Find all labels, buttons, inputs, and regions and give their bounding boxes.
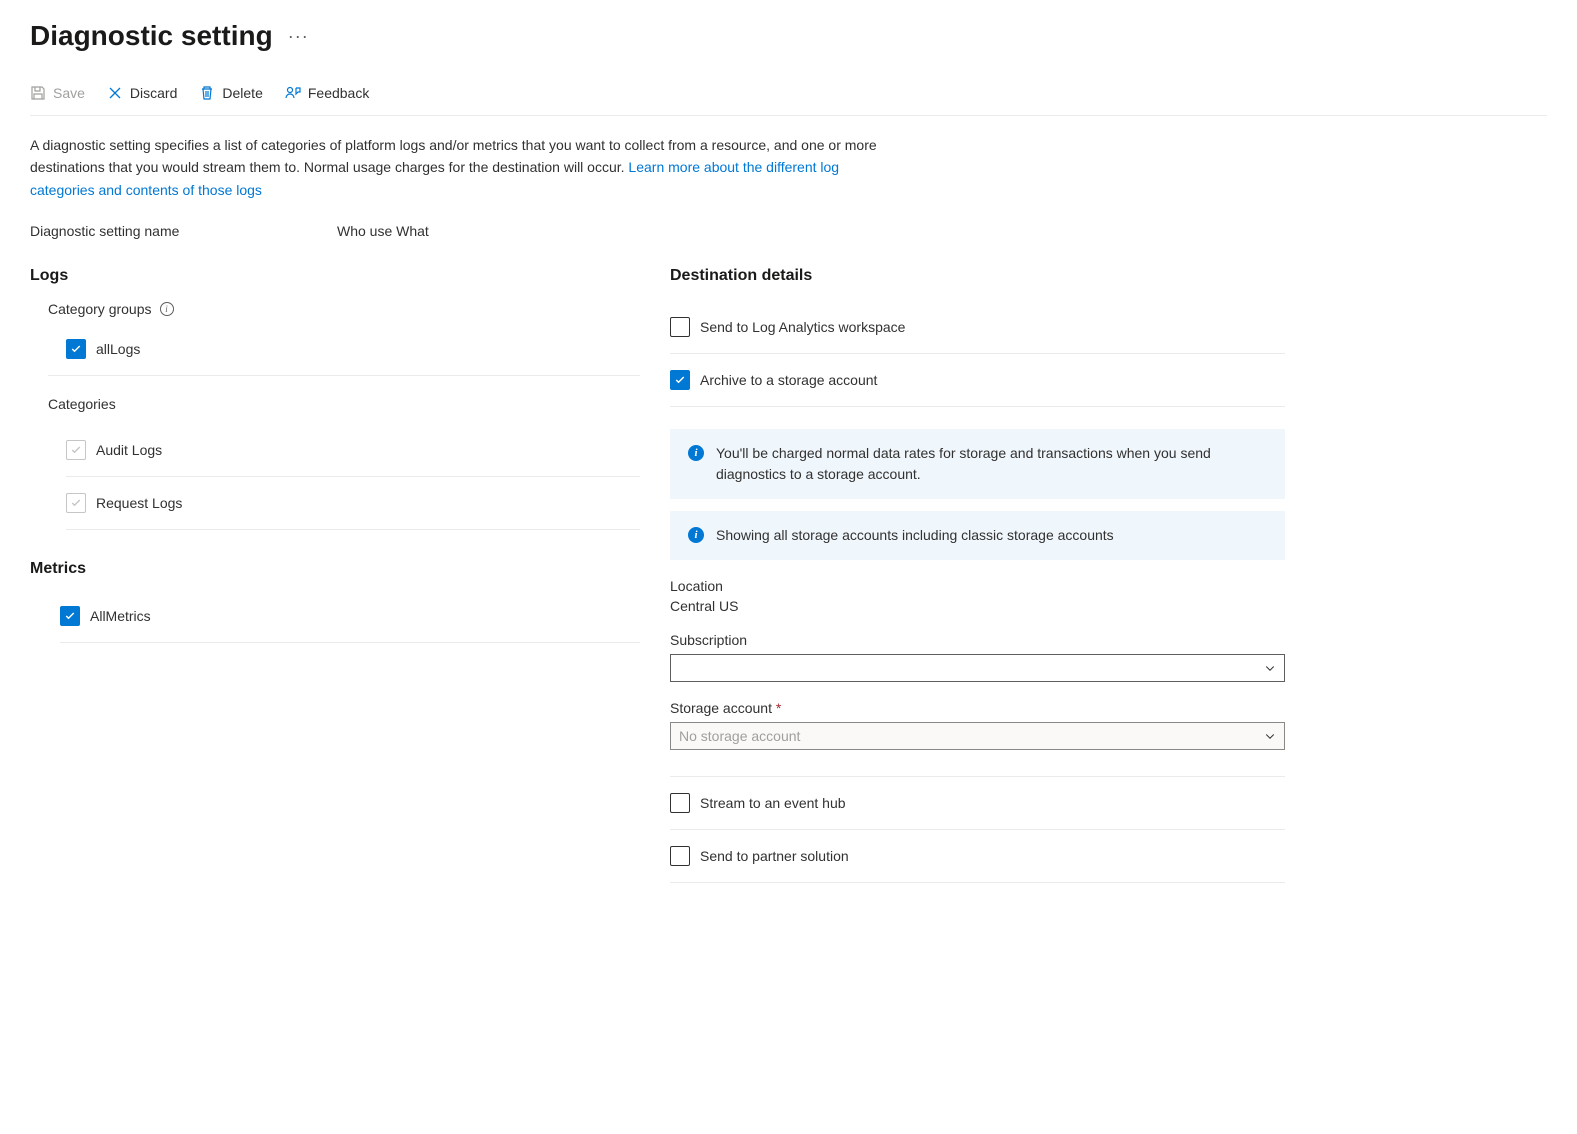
partner-solution-row: Send to partner solution	[670, 830, 1285, 883]
check-icon	[70, 343, 82, 355]
save-label: Save	[53, 85, 85, 101]
delete-button[interactable]: Delete	[199, 85, 262, 101]
alllogs-label: allLogs	[96, 341, 140, 357]
description: A diagnostic setting specifies a list of…	[30, 134, 880, 201]
subscription-select[interactable]	[670, 654, 1285, 682]
category-groups-text: Category groups	[48, 301, 152, 317]
feedback-icon	[285, 85, 301, 101]
category-groups-label: Category groups i	[48, 301, 640, 317]
request-logs-label: Request Logs	[96, 495, 182, 511]
storage-account-placeholder: No storage account	[679, 728, 800, 744]
storage-account-label: Storage account *	[670, 700, 1285, 716]
save-icon	[30, 85, 46, 101]
archive-storage-checkbox[interactable]	[670, 370, 690, 390]
partner-solution-label: Send to partner solution	[700, 848, 849, 864]
more-icon[interactable]: ···	[288, 26, 309, 47]
toolbar: Save Discard Delete Feedback	[30, 77, 1547, 116]
allmetrics-label: AllMetrics	[90, 608, 151, 624]
audit-logs-checkbox	[66, 440, 86, 460]
info-banner-charges: i You'll be charged normal data rates fo…	[670, 429, 1285, 499]
event-hub-checkbox[interactable]	[670, 793, 690, 813]
info-icon: i	[688, 445, 704, 461]
allmetrics-row: AllMetrics	[60, 594, 640, 643]
chevron-down-icon	[1264, 662, 1276, 674]
discard-icon	[107, 85, 123, 101]
metrics-heading: Metrics	[30, 560, 640, 578]
log-analytics-label: Send to Log Analytics workspace	[700, 319, 905, 335]
archive-storage-row: Archive to a storage account	[670, 354, 1285, 407]
check-icon	[64, 610, 76, 622]
info-icon: i	[688, 527, 704, 543]
event-hub-label: Stream to an event hub	[700, 795, 846, 811]
location-label: Location	[670, 578, 1285, 594]
page-title: Diagnostic setting	[30, 20, 273, 52]
check-icon	[70, 497, 82, 509]
delete-icon	[199, 85, 215, 101]
feedback-label: Feedback	[308, 85, 369, 101]
info-banner-storage: i Showing all storage accounts including…	[670, 511, 1285, 560]
audit-logs-label: Audit Logs	[96, 442, 162, 458]
info-icon[interactable]: i	[160, 302, 174, 316]
archive-storage-label: Archive to a storage account	[700, 372, 877, 388]
categories-label: Categories	[48, 396, 640, 412]
request-logs-checkbox	[66, 493, 86, 513]
event-hub-row: Stream to an event hub	[670, 777, 1285, 830]
storage-account-select[interactable]: No storage account	[670, 722, 1285, 750]
destinations-heading: Destination details	[670, 267, 1285, 285]
storage-account-label-text: Storage account	[670, 700, 772, 716]
name-row: Diagnostic setting name Who use What	[30, 223, 1547, 239]
log-analytics-row: Send to Log Analytics workspace	[670, 301, 1285, 354]
setting-name-label: Diagnostic setting name	[30, 223, 337, 239]
feedback-button[interactable]: Feedback	[285, 85, 369, 101]
chevron-down-icon	[1264, 730, 1276, 742]
check-icon	[674, 374, 686, 386]
required-indicator: *	[776, 700, 781, 716]
alllogs-row: allLogs	[66, 329, 640, 369]
setting-name-value: Who use What	[337, 223, 429, 239]
request-logs-row: Request Logs	[66, 477, 640, 530]
check-icon	[70, 444, 82, 456]
info-banner-text-1: You'll be charged normal data rates for …	[716, 443, 1267, 485]
subscription-label: Subscription	[670, 632, 1285, 648]
logs-heading: Logs	[30, 267, 640, 285]
location-value: Central US	[670, 598, 1285, 614]
info-banner-text-2: Showing all storage accounts including c…	[716, 525, 1114, 546]
allmetrics-checkbox[interactable]	[60, 606, 80, 626]
audit-logs-row: Audit Logs	[66, 424, 640, 477]
partner-solution-checkbox[interactable]	[670, 846, 690, 866]
save-button: Save	[30, 85, 85, 101]
log-analytics-checkbox[interactable]	[670, 317, 690, 337]
discard-button[interactable]: Discard	[107, 85, 177, 101]
discard-label: Discard	[130, 85, 177, 101]
delete-label: Delete	[222, 85, 262, 101]
alllogs-checkbox[interactable]	[66, 339, 86, 359]
